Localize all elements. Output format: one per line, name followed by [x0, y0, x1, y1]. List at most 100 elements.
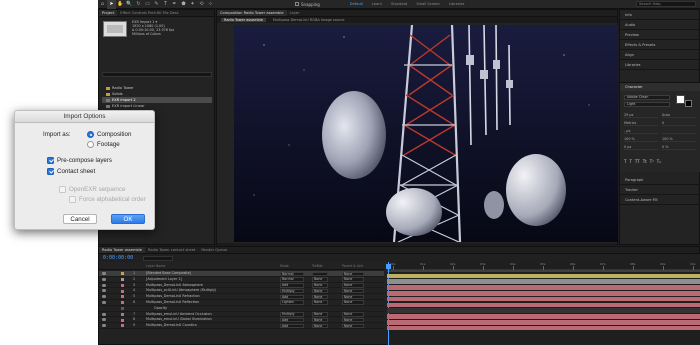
workspace-default[interactable]: Default [350, 2, 363, 6]
visibility-icon[interactable] [102, 289, 106, 293]
blend-mode-dropdown[interactable]: Add [280, 323, 304, 329]
blend-mode-dropdown[interactable]: Multiply [280, 312, 304, 317]
layer-name[interactable]: Multipass_DemoLinU Refraction [146, 294, 200, 299]
layer-duration-bar[interactable] [387, 290, 700, 296]
blend-mode-dropdown[interactable]: Lighten [280, 300, 304, 305]
layer-duration-bar[interactable] [387, 325, 700, 331]
layer-name[interactable]: Multipass_emuLinU Global Illumination [146, 317, 212, 322]
layer-name[interactable]: [Adjustment Layer 1] [146, 277, 182, 282]
parent-dropdown[interactable]: None [342, 300, 364, 305]
small-caps-button[interactable]: Tt [643, 159, 647, 164]
parent-dropdown[interactable]: None [342, 317, 364, 323]
label-color-swatch[interactable] [121, 283, 124, 287]
layer-duration-bar[interactable] [387, 296, 700, 302]
visibility-icon[interactable] [102, 295, 106, 299]
panel-paragraph[interactable]: Paragraph [620, 175, 700, 185]
track-matte-dropdown[interactable]: None [312, 317, 328, 323]
column-layer-name[interactable]: Layer Name [146, 264, 165, 268]
all-caps-button[interactable]: TT [635, 159, 640, 164]
column-parent[interactable]: Parent & Link [342, 264, 363, 268]
label-color-swatch[interactable] [121, 301, 124, 305]
puppet-tool-icon[interactable]: ✦ [188, 0, 197, 9]
panel-info[interactable]: Info [620, 10, 699, 20]
layer-duration-bar[interactable] [387, 314, 700, 319]
project-search-input[interactable] [102, 72, 212, 77]
fill-color-swatch[interactable] [676, 95, 685, 104]
label-color-swatch[interactable] [121, 272, 124, 276]
layer-duration-bar[interactable] [387, 273, 700, 279]
label-color-swatch[interactable] [121, 324, 124, 328]
panel-tracker[interactable]: Tracker [620, 185, 700, 195]
tab-effect-controls[interactable]: Effect Controls Pre4.6K File Desc [117, 10, 181, 16]
layer-row[interactable]: 9 Multipass_DemoLinU Caustics Add None None [99, 323, 384, 329]
parent-dropdown[interactable]: None [342, 294, 364, 300]
blend-mode-dropdown[interactable]: Add [280, 294, 304, 300]
rotate-tool-icon[interactable]: ↻ [134, 0, 143, 9]
cancel-button[interactable]: Cancel [63, 214, 97, 224]
pen-tool-icon[interactable]: ✎ [152, 0, 161, 9]
footage-radio[interactable] [87, 141, 94, 148]
visibility-icon[interactable] [102, 318, 106, 322]
baseline-shift-field[interactable]: 0 px [624, 145, 658, 150]
layer-name[interactable]: Multipass_DemoLinU Reflection [146, 300, 199, 305]
hand-tool-icon[interactable]: ✋ [116, 0, 125, 9]
tsume-field[interactable]: 0 % [662, 145, 696, 150]
parent-dropdown[interactable]: None [342, 283, 364, 288]
track-matte-dropdown[interactable]: None [312, 283, 328, 288]
composition-label[interactable]: Composition [97, 131, 131, 138]
track-matte-dropdown[interactable] [312, 271, 328, 276]
subtab-radio-tower-assemble[interactable]: Radio Tower assemble [221, 18, 266, 22]
panel-content-aware-fill[interactable]: Content-Aware Fill [620, 195, 700, 205]
visibility-icon[interactable] [102, 312, 106, 316]
stroke-color-swatch[interactable] [685, 100, 692, 107]
track-matte-dropdown[interactable]: None [312, 300, 328, 305]
tab-render-queue[interactable]: Render Queue [198, 247, 230, 253]
track-matte-dropdown[interactable]: None [312, 323, 328, 329]
time-graph[interactable]: 00s 01s 02s 03s 04s 05s 06s 07s 08s 09s 10s [386, 262, 700, 345]
horizontal-scale-field[interactable]: 100 % [662, 137, 696, 142]
visibility-icon[interactable] [102, 283, 106, 287]
brush-tool-icon[interactable]: ✒ [170, 0, 179, 9]
font-size-field[interactable]: 29 px [624, 113, 658, 118]
workspace-learn[interactable]: Learn [372, 2, 382, 6]
time-ruler[interactable]: 00s 01s 02s 03s 04s 05s 06s 07s 08s 09s 10s [387, 262, 700, 270]
label-color-swatch[interactable] [121, 306, 124, 310]
layer-duration-bar[interactable] [387, 319, 700, 325]
layer-search-input[interactable] [143, 255, 174, 261]
faux-bold-button[interactable]: T [624, 159, 626, 164]
precompose-checkbox[interactable] [47, 157, 54, 164]
leading-field[interactable]: Auto [662, 113, 696, 118]
precompose-label[interactable]: Pre-compose layers [57, 157, 112, 164]
contact-sheet-label[interactable]: Contact sheet [57, 168, 95, 175]
panel-audio[interactable]: Audio [620, 20, 699, 30]
ok-button[interactable]: OK [111, 214, 145, 224]
stroke-width-field[interactable]: - px [624, 129, 658, 134]
layer-name[interactable]: Multipass_emuLinU Ambient Occlusion [146, 312, 212, 317]
layer-name[interactable]: Multipass_DemoLinU Caustics [146, 323, 197, 328]
panel-effects-presets[interactable]: Effects & Presets [620, 40, 699, 50]
tracking-field[interactable]: 0 [662, 121, 696, 126]
contact-sheet-checkbox[interactable] [47, 168, 54, 175]
panel-preview[interactable]: Preview [620, 30, 699, 40]
label-color-swatch[interactable] [121, 289, 124, 293]
layer-name[interactable]: Multipass_acULinU Atmosphere (Multiply) [146, 288, 216, 293]
layer-name[interactable]: Multipass_DemoLinU Atmosphere [146, 283, 203, 288]
layer-duration-bar[interactable] [387, 279, 700, 285]
blend-mode-dropdown[interactable]: Add [280, 283, 304, 288]
layer-name[interactable]: Opacity [154, 306, 167, 311]
tab-project[interactable]: Project [99, 10, 118, 16]
tab-radio-tower-assemble[interactable]: Radio Tower assemble [99, 247, 145, 253]
label-color-swatch[interactable] [121, 295, 124, 299]
parent-dropdown[interactable]: None [342, 271, 364, 276]
blend-mode-dropdown[interactable]: Multiply [280, 288, 304, 294]
superscript-button[interactable]: T¹ [650, 159, 654, 164]
type-tool-icon[interactable]: T [161, 0, 170, 9]
parent-dropdown[interactable]: None [342, 312, 364, 317]
visibility-icon[interactable] [102, 324, 106, 328]
visibility-icon[interactable] [102, 272, 106, 275]
search-help-input[interactable]: Search Help [636, 1, 696, 7]
layer-duration-bar[interactable] [387, 302, 700, 308]
footage-label[interactable]: Footage [97, 141, 120, 148]
blend-mode-dropdown[interactable]: Normal [280, 271, 304, 276]
column-mode[interactable]: Mode [280, 264, 289, 268]
